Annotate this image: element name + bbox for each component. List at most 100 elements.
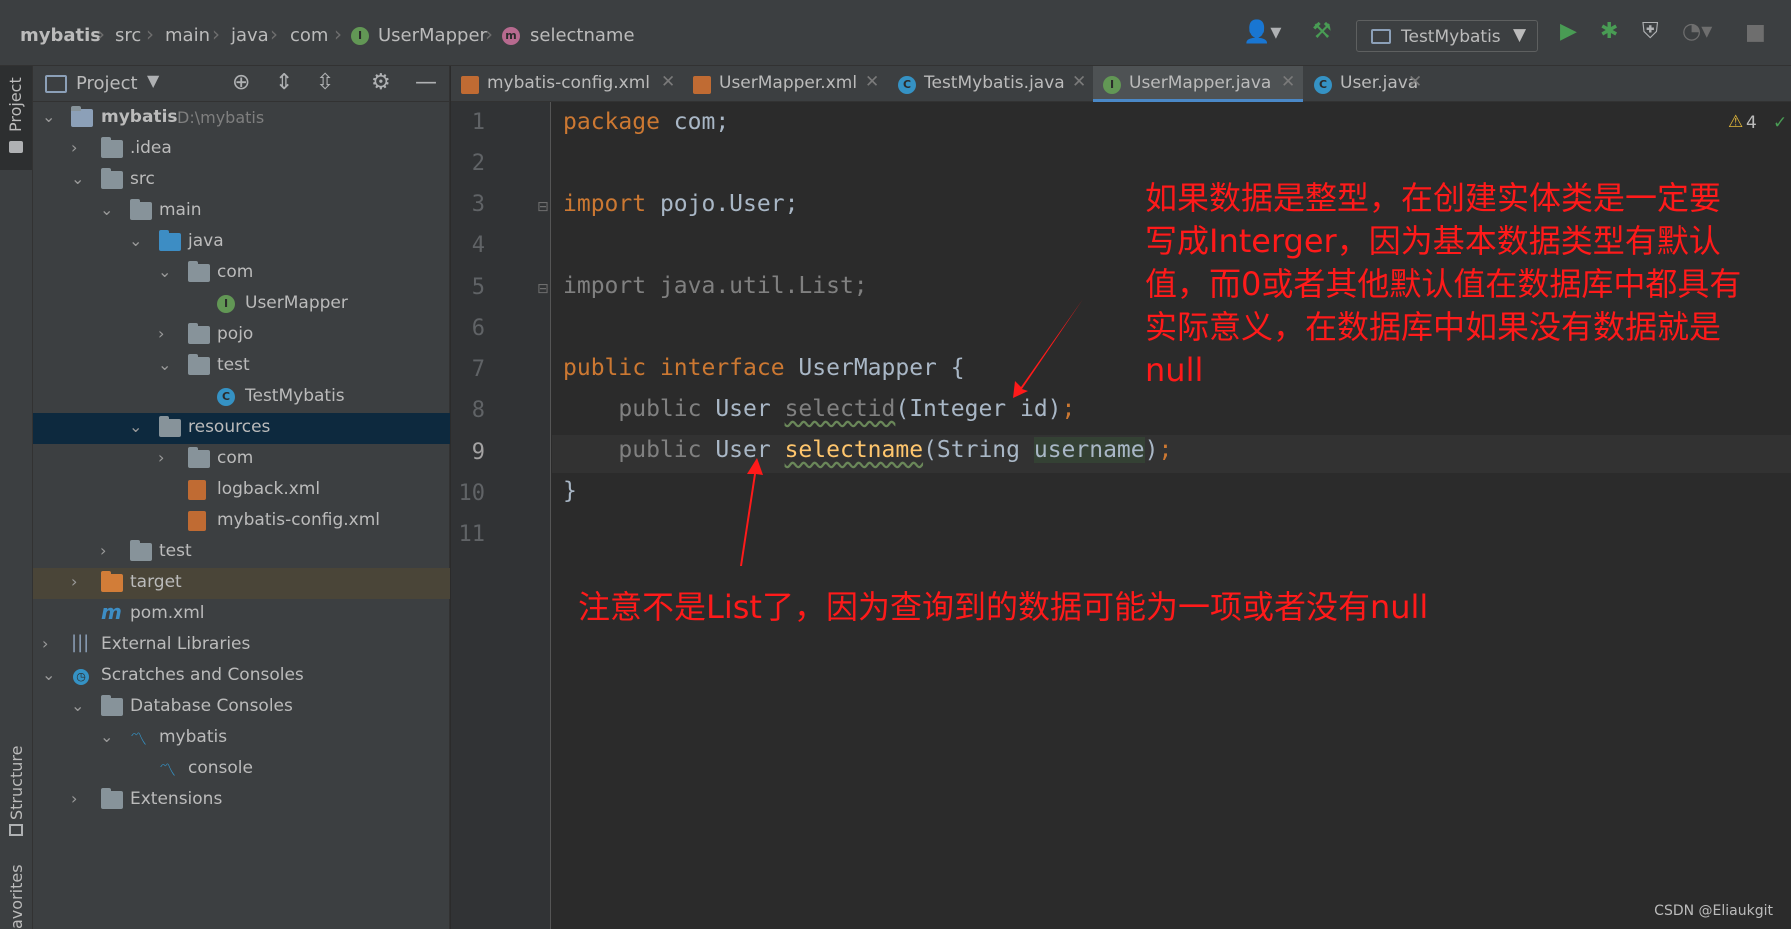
line-number: 10 <box>458 481 486 506</box>
module-folder-icon <box>71 106 93 127</box>
tree-item-src[interactable]: ⌄ src <box>33 165 450 196</box>
tree-item-idea[interactable]: › .idea <box>33 134 450 165</box>
tree-item-usermapper[interactable]: I UserMapper <box>33 289 450 320</box>
project-view-title[interactable]: Project <box>76 73 138 94</box>
collapse-all-icon[interactable]: ⇳ <box>316 70 334 95</box>
interface-icon: I <box>1103 76 1121 94</box>
tree-item-scratches[interactable]: ⌄ ◷ Scratches and Consoles <box>33 661 450 692</box>
warning-count[interactable]: 4 <box>1746 113 1757 133</box>
tree-item-testmybatis[interactable]: C TestMybatis <box>33 382 450 413</box>
build-hammer-icon[interactable]: ⚒ <box>1312 19 1332 44</box>
close-icon[interactable]: ✕ <box>1072 72 1086 92</box>
tree-item-extensions[interactable]: › Extensions <box>33 785 450 816</box>
close-icon[interactable]: ✕ <box>661 72 675 92</box>
chevron-down-icon: ⌄ <box>158 262 172 281</box>
tree-item-target[interactable]: › target <box>33 568 450 599</box>
tree-item-com[interactable]: ⌄ com <box>33 258 450 289</box>
tree-item-console[interactable]: 〽 console <box>33 754 450 785</box>
library-icon: ||| <box>71 632 90 653</box>
run-configuration-select[interactable]: TestMybatis ▼ <box>1356 20 1538 52</box>
breadcrumb-usermapper[interactable]: UserMapper <box>378 25 487 46</box>
project-tool-tab[interactable]: Project <box>0 66 32 170</box>
package-icon <box>188 323 210 344</box>
tab-user-java[interactable]: C User.java ✕ <box>1304 66 1429 102</box>
tree-item-pom[interactable]: m pom.xml <box>33 599 450 630</box>
folder-icon <box>101 168 123 189</box>
structure-tool-label[interactable]: Structure <box>7 746 26 820</box>
tree-path: D:\mybatis <box>177 108 265 127</box>
chevron-down-icon: ⌄ <box>100 727 114 746</box>
coverage-icon[interactable]: ⛨ <box>1642 19 1659 44</box>
breadcrumb-project[interactable]: mybatis <box>20 25 101 46</box>
tree-item-mybatis[interactable]: ⌄ mybatis D:\mybatis <box>33 103 450 134</box>
breadcrumb-java[interactable]: java <box>231 25 269 46</box>
tree-item-external-libraries[interactable]: › ||| External Libraries <box>33 630 450 661</box>
tree-item-main[interactable]: ⌄ main <box>33 196 450 227</box>
tab-mybatis-config-xml[interactable]: mybatis-config.xml ✕ <box>451 66 681 102</box>
tree-label: Extensions <box>130 789 223 809</box>
profile-icon[interactable]: ◔▾ <box>1682 19 1712 44</box>
class-icon: C <box>898 76 916 94</box>
tab-testmybatis-java[interactable]: C TestMybatis.java ✕ <box>888 66 1094 102</box>
line-number: 7 <box>471 357 485 382</box>
check-icon: ✓ <box>1773 113 1788 133</box>
tree-label: .idea <box>130 138 172 158</box>
chevron-right-icon: › <box>212 22 220 46</box>
locate-target-icon[interactable]: ⊕ <box>232 70 250 95</box>
close-icon[interactable]: ✕ <box>1281 72 1295 92</box>
tab-label: UserMapper.java <box>1129 73 1272 93</box>
tree-item-database-consoles[interactable]: ⌄ Database Consoles <box>33 692 450 723</box>
favorites-tool-label[interactable]: avorites <box>7 864 26 929</box>
tree-label: pojo <box>217 324 254 344</box>
line-number: 5 <box>471 275 485 300</box>
method-icon: m <box>502 27 520 45</box>
tree-item-pojo[interactable]: › pojo <box>33 320 450 351</box>
chevron-right-icon: › <box>485 22 493 46</box>
breadcrumb-main[interactable]: main <box>165 25 210 46</box>
chevron-down-icon: ⌄ <box>100 200 114 219</box>
annotation-line: null <box>1145 351 1204 389</box>
annotation-line: 值，而0或者其他默认值在数据库中都具有 <box>1145 265 1742 303</box>
close-icon[interactable]: ✕ <box>1408 72 1422 92</box>
tree-item-logback[interactable]: logback.xml <box>33 475 450 506</box>
tab-label: mybatis-config.xml <box>487 73 650 93</box>
mysql-dolphin-icon: 〽 <box>159 761 176 781</box>
breadcrumb-com[interactable]: com <box>290 25 328 46</box>
chevron-down-icon: ⌄ <box>129 231 143 250</box>
tab-usermapper-java[interactable]: I UserMapper.java ✕ <box>1093 66 1303 102</box>
tree-item-resources[interactable]: ⌄ resources <box>33 413 450 444</box>
debug-bug-icon[interactable]: ✱ <box>1600 19 1618 44</box>
run-icon[interactable]: ▶ <box>1560 19 1577 44</box>
chevron-right-icon: › <box>158 448 165 467</box>
warning-icon[interactable]: ⚠ <box>1728 112 1743 132</box>
project-view-icon <box>45 75 67 93</box>
tree-item-test[interactable]: › test <box>33 537 450 568</box>
tree-label: src <box>130 169 155 189</box>
chevron-down-icon[interactable]: ▼ <box>147 71 159 90</box>
stop-icon[interactable]: ■ <box>1745 20 1766 45</box>
breadcrumb-selectname[interactable]: selectname <box>530 25 635 46</box>
tree-label: mybatis-config.xml <box>217 510 380 530</box>
tree-label: mybatis <box>159 727 228 747</box>
expand-all-icon[interactable]: ⇕ <box>275 70 293 95</box>
gear-icon[interactable]: ⚙ <box>371 70 391 95</box>
tree-item-resources-com[interactable]: › com <box>33 444 450 475</box>
line-number: 9 <box>471 440 485 465</box>
user-icon[interactable]: 👤▾ <box>1243 20 1281 45</box>
tree-item-java[interactable]: ⌄ java <box>33 227 450 258</box>
tab-usermapper-xml[interactable]: UserMapper.xml ✕ <box>683 66 888 102</box>
tree-label: mybatis <box>101 107 178 127</box>
tree-item-mybatis-config[interactable]: mybatis-config.xml <box>33 506 450 537</box>
tree-item-mybatis-db[interactable]: ⌄ 〽 mybatis <box>33 723 450 754</box>
close-icon[interactable]: ✕ <box>865 72 879 92</box>
fold-icon[interactable]: ⊟ <box>537 199 549 215</box>
maven-icon: m <box>101 600 122 624</box>
tree-label: Database Consoles <box>130 696 293 716</box>
chevron-right-icon: › <box>334 22 342 46</box>
breadcrumb-src[interactable]: src <box>115 25 141 46</box>
folder-icon <box>101 137 123 158</box>
minimize-icon[interactable]: — <box>415 70 437 95</box>
tree-label: com <box>217 448 254 468</box>
fold-icon[interactable]: ⊟ <box>537 281 549 297</box>
tree-item-test-package[interactable]: ⌄ test <box>33 351 450 382</box>
